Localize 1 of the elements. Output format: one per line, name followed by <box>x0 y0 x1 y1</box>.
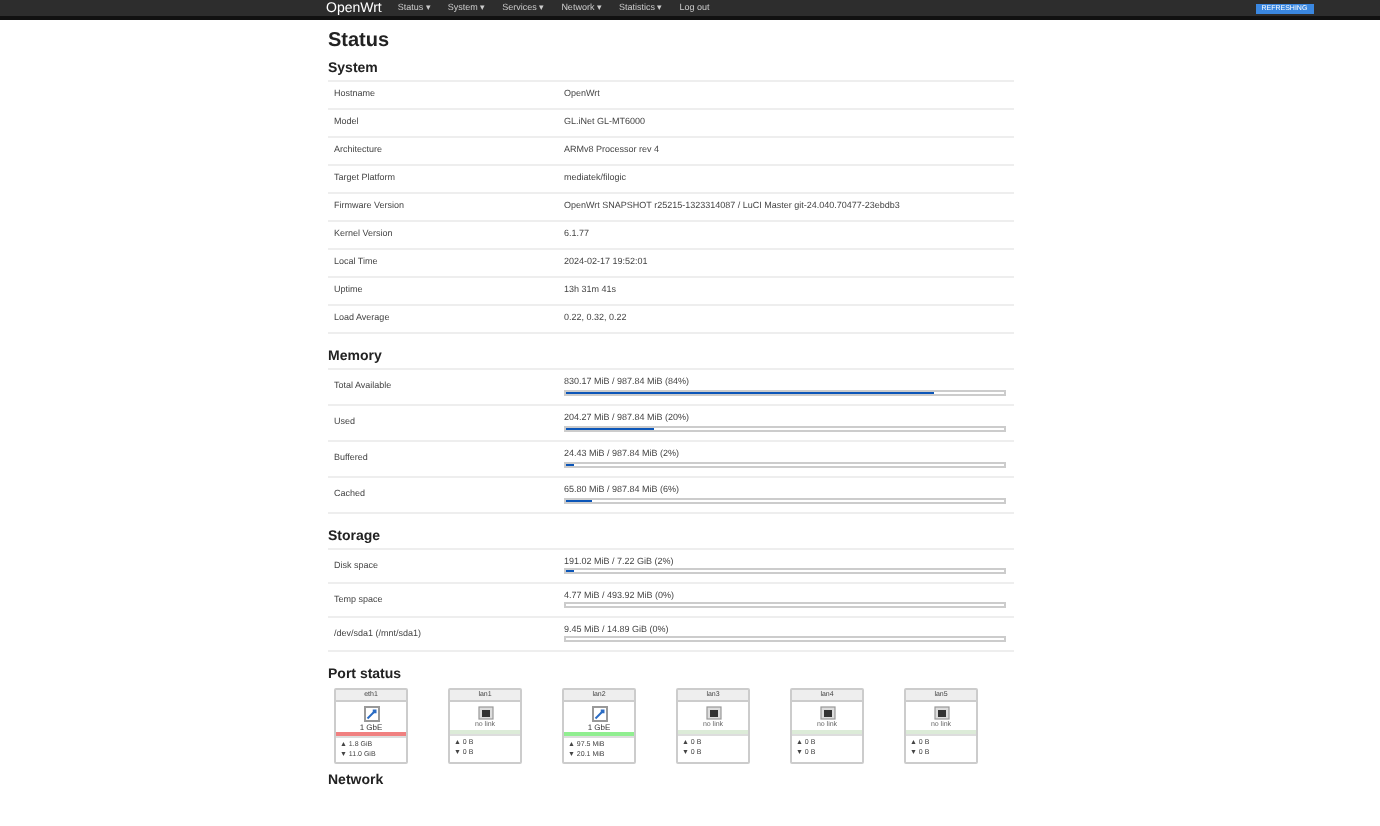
page-title: Status <box>328 32 390 52</box>
